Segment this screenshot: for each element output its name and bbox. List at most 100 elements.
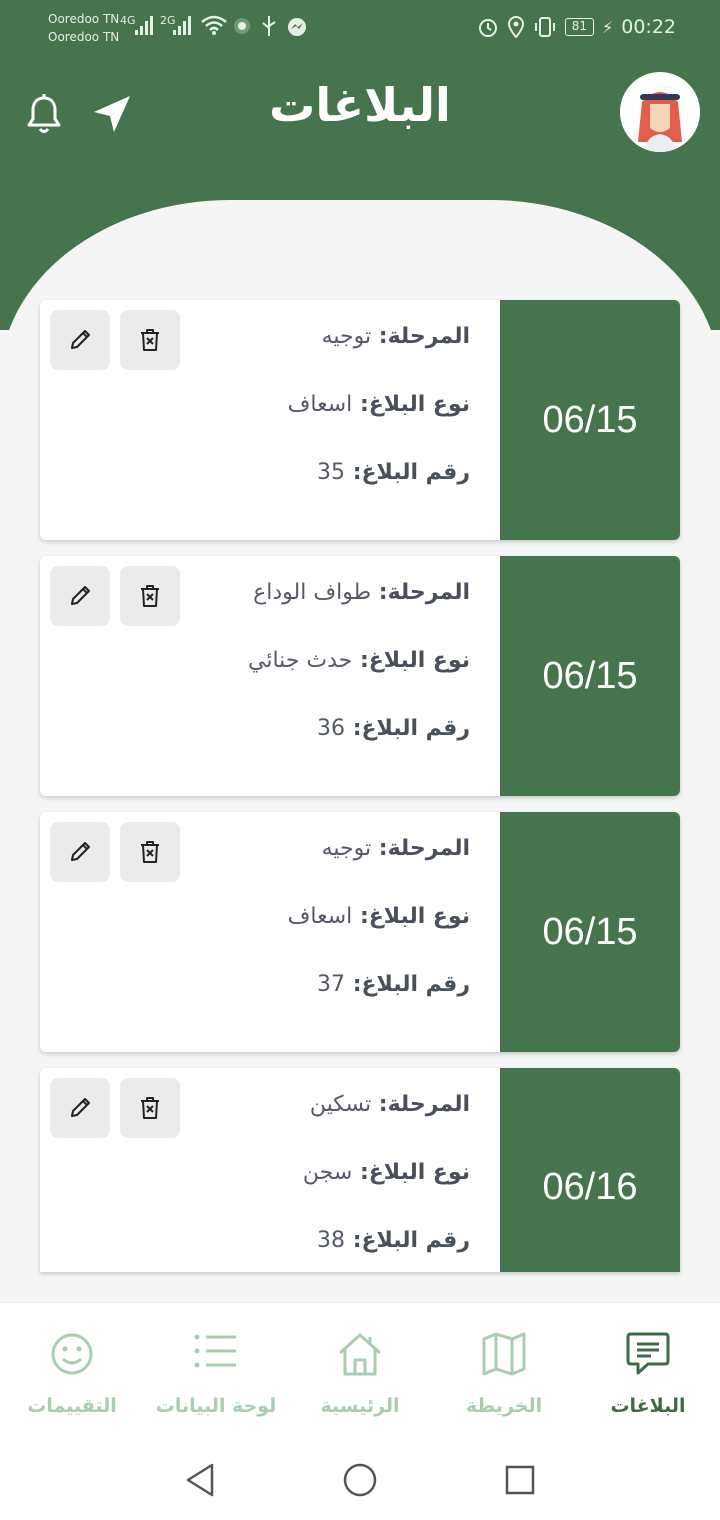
home-icon xyxy=(338,1333,382,1376)
stage-value: توجيه xyxy=(321,324,372,349)
nav-item-map[interactable]: الخريطة xyxy=(432,1303,576,1441)
edit-button[interactable] xyxy=(50,1078,110,1138)
nav-label: الرئيسية xyxy=(320,1395,400,1417)
pencil-icon xyxy=(71,586,90,605)
number-value: 35 xyxy=(317,460,346,485)
delete-button[interactable] xyxy=(120,822,180,882)
trash-icon xyxy=(141,841,159,863)
report-date: 06/15 xyxy=(500,812,680,1052)
pencil-icon xyxy=(71,842,90,861)
nav-item-ratings[interactable]: التقييمات xyxy=(0,1303,144,1441)
number-label: رقم البلاغ: xyxy=(345,972,470,997)
usb-icon xyxy=(262,16,276,36)
avatar[interactable] xyxy=(620,72,700,152)
report-date: 06/16 xyxy=(500,1068,680,1272)
report-number-row: رقم البلاغ: 37 xyxy=(317,972,470,997)
alarm-icon xyxy=(478,19,497,37)
pencil-icon xyxy=(71,330,90,349)
nav-label: لوحة البيانات xyxy=(155,1395,277,1417)
report-card[interactable]: 06/15 المرحلة: توجيه نوع البلاغ: اسعاف ر… xyxy=(40,300,680,540)
signal-2-icon xyxy=(173,16,191,35)
chat-icon xyxy=(626,1332,670,1375)
back-icon[interactable] xyxy=(184,1462,216,1498)
stage-label: المرحلة: xyxy=(371,580,470,605)
home-circle-icon[interactable] xyxy=(342,1462,378,1498)
trash-icon xyxy=(141,585,159,607)
carrier-info: Ooredoo TN Ooredoo TN xyxy=(48,10,119,46)
delete-button[interactable] xyxy=(120,566,180,626)
map-icon xyxy=(482,1332,526,1376)
type-label: نوع البلاغ: xyxy=(352,904,470,929)
location-icon xyxy=(507,16,524,38)
nav-item-dashboard[interactable]: لوحة البيانات xyxy=(144,1303,288,1441)
list-icon xyxy=(194,1334,236,1368)
status-bar: Ooredoo TN Ooredoo TN 4G 2G 81 ⚡ 00:22 xyxy=(0,0,720,56)
type-value: حدث جنائي xyxy=(248,648,353,673)
nav-label: البلاغات xyxy=(610,1395,686,1417)
report-date: 06/15 xyxy=(500,300,680,540)
report-number-row: رقم البلاغ: 38 xyxy=(317,1228,470,1253)
report-stage-row: المرحلة: تسكين xyxy=(310,1092,470,1117)
type-value: اسعاف xyxy=(287,392,353,417)
pencil-icon xyxy=(71,1098,90,1117)
stage-value: طواف الوداع xyxy=(253,580,372,605)
report-stage-row: المرحلة: توجيه xyxy=(322,324,470,349)
stage-value: توجيه xyxy=(321,836,372,861)
number-value: 37 xyxy=(317,972,346,997)
user-avatar-icon xyxy=(620,72,700,152)
type-label: نوع البلاغ: xyxy=(352,1160,470,1185)
trash-icon xyxy=(141,1097,159,1119)
nav-label: التقييمات xyxy=(27,1395,117,1417)
report-number-row: رقم البلاغ: 35 xyxy=(317,460,470,485)
number-value: 36 xyxy=(317,716,346,741)
messenger-icon xyxy=(288,18,306,36)
vibrate-icon xyxy=(534,17,555,37)
bottom-navigation: البلاغات الخريطة الرئيسية لوحة البيانات … xyxy=(0,1302,720,1440)
edit-button[interactable] xyxy=(50,566,110,626)
carrier-1: Ooredoo TN xyxy=(48,12,120,26)
stage-label: المرحلة: xyxy=(371,324,470,349)
report-type-row: نوع البلاغ: اسعاف xyxy=(288,904,470,929)
wifi-icon xyxy=(201,15,227,35)
nav-item-home[interactable]: الرئيسية xyxy=(288,1303,432,1441)
carrier-2: Ooredoo TN xyxy=(48,30,120,44)
stage-label: المرحلة: xyxy=(371,1092,470,1117)
type-value: اسعاف xyxy=(287,904,353,929)
report-card[interactable]: 06/15 المرحلة: طواف الوداع نوع البلاغ: ح… xyxy=(40,556,680,796)
edit-button[interactable] xyxy=(50,822,110,882)
status-right: 81 ⚡ 00:22 xyxy=(477,16,676,38)
clock: 00:22 xyxy=(621,16,676,38)
report-card[interactable]: 06/15 المرحلة: توجيه نوع البلاغ: اسعاف ر… xyxy=(40,812,680,1052)
smiley-icon xyxy=(51,1333,93,1375)
report-stage-row: المرحلة: توجيه xyxy=(322,836,470,861)
system-nav-bar xyxy=(0,1440,720,1520)
number-label: رقم البلاغ: xyxy=(345,1228,470,1253)
nav-item-reports[interactable]: البلاغات xyxy=(576,1303,720,1441)
edit-button[interactable] xyxy=(50,310,110,370)
stage-label: المرحلة: xyxy=(371,836,470,861)
page-title: البلاغات xyxy=(269,78,451,132)
stage-value: تسكين xyxy=(309,1092,372,1117)
type-value: سجن xyxy=(302,1160,353,1185)
report-type-row: نوع البلاغ: حدث جنائي xyxy=(248,648,470,673)
delete-button[interactable] xyxy=(120,1078,180,1138)
recents-icon[interactable] xyxy=(504,1464,536,1496)
delete-button[interactable] xyxy=(120,310,180,370)
report-number-row: رقم البلاغ: 36 xyxy=(317,716,470,741)
report-type-row: نوع البلاغ: اسعاف xyxy=(288,392,470,417)
type-label: نوع البلاغ: xyxy=(352,648,470,673)
type-label: نوع البلاغ: xyxy=(352,392,470,417)
charging-icon: ⚡ xyxy=(602,17,614,37)
report-type-row: نوع البلاغ: سجن xyxy=(303,1160,470,1185)
report-date: 06/15 xyxy=(500,556,680,796)
number-value: 38 xyxy=(317,1228,346,1253)
number-label: رقم البلاغ: xyxy=(345,460,470,485)
number-label: رقم البلاغ: xyxy=(345,716,470,741)
report-card[interactable]: 06/16 المرحلة: تسكين نوع البلاغ: سجن رقم… xyxy=(40,1068,680,1272)
trash-icon xyxy=(141,329,159,351)
signal-icon xyxy=(135,16,153,35)
app-notification-icon xyxy=(234,18,250,34)
nav-label: الخريطة xyxy=(465,1395,543,1417)
report-stage-row: المرحلة: طواف الوداع xyxy=(253,580,470,605)
battery-level: 81 xyxy=(564,18,594,36)
